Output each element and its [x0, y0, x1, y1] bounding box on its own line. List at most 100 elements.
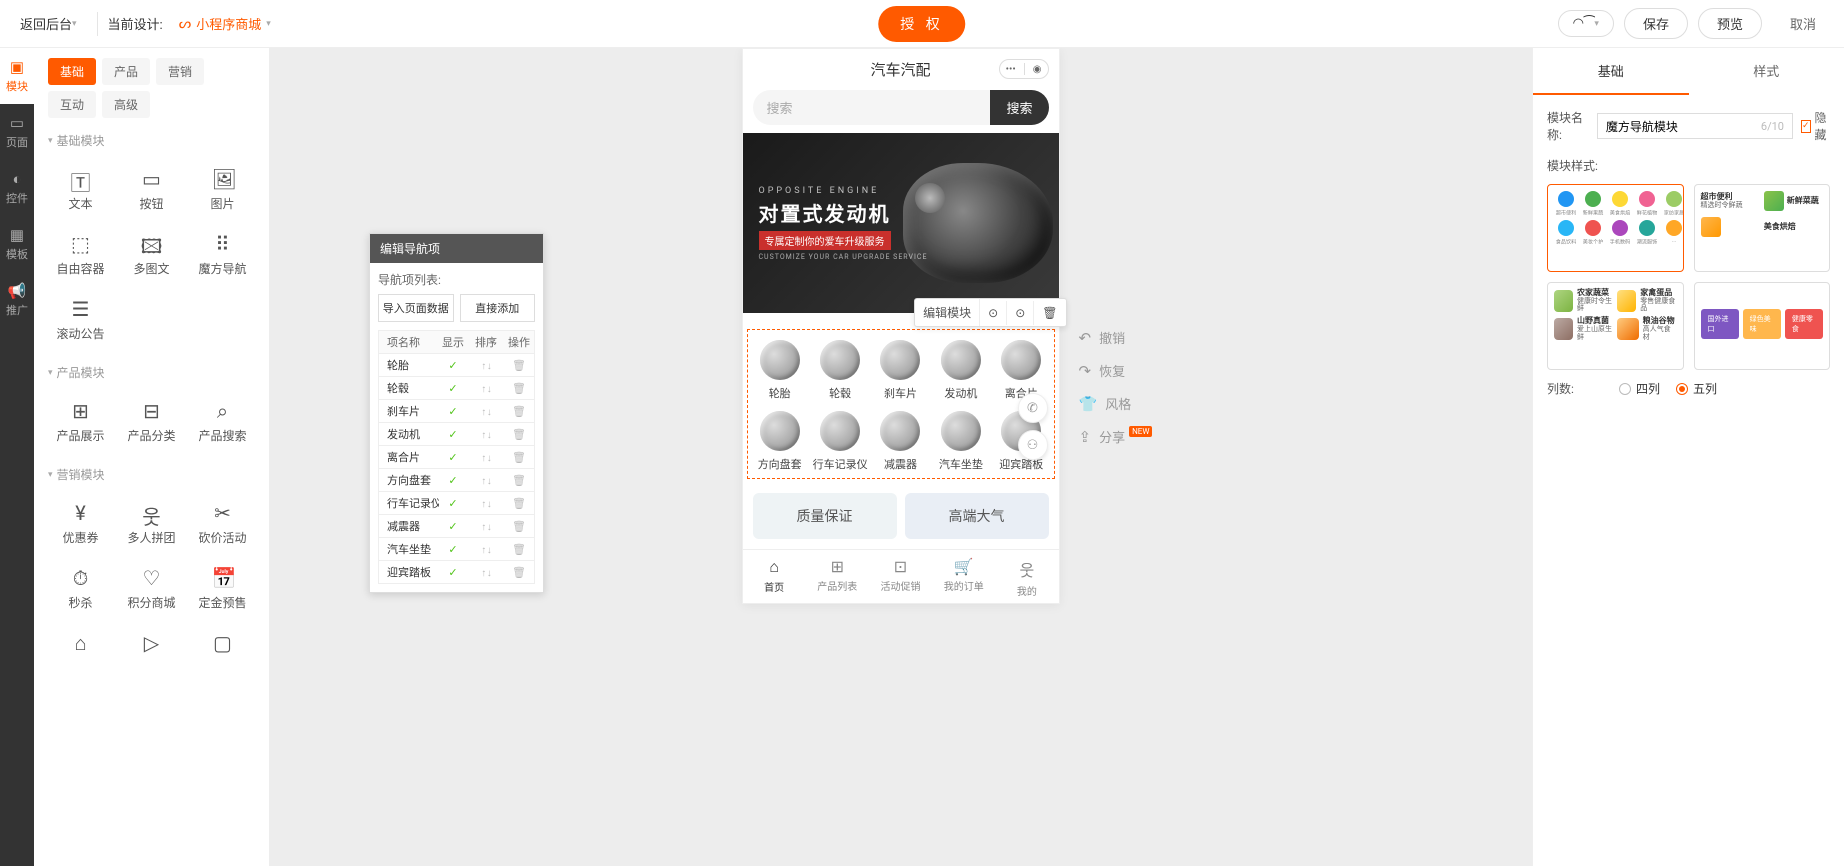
- module-points-mall[interactable]: ♡积分商城: [119, 558, 184, 619]
- edit-module-button[interactable]: 编辑模块: [915, 299, 980, 326]
- nav-item[interactable]: 方向盘套: [750, 411, 810, 472]
- module-product-show[interactable]: ⊞产品展示: [48, 391, 113, 452]
- nav-item[interactable]: 刹车片: [870, 340, 930, 401]
- row-delete[interactable]: 🗑: [505, 497, 533, 510]
- row-show-toggle[interactable]: ✓: [439, 474, 467, 487]
- tab-products[interactable]: ⊞产品列表: [806, 550, 869, 603]
- module-scroll-notice[interactable]: ☰滚动公告: [48, 289, 113, 350]
- tab-mine[interactable]: 웃我的: [995, 550, 1058, 603]
- row-delete[interactable]: 🗑: [505, 382, 533, 395]
- design-selector[interactable]: ᔕ 小程序商城 ▾: [171, 11, 279, 36]
- module-deposit[interactable]: 📅定金预售: [190, 558, 255, 619]
- row-sort[interactable]: ↑ ↓: [467, 497, 505, 510]
- prop-tab-basic[interactable]: 基础: [1533, 48, 1689, 95]
- row-show-toggle[interactable]: ✓: [439, 543, 467, 556]
- row-sort[interactable]: ↑ ↓: [467, 474, 505, 487]
- module-extra-2[interactable]: ▷: [119, 623, 184, 667]
- row-delete[interactable]: 🗑: [505, 474, 533, 487]
- module-seckill[interactable]: ⏱秒杀: [48, 558, 113, 619]
- module-product-search[interactable]: ⌕产品搜索: [190, 391, 255, 452]
- rail-control[interactable]: ◐控件: [0, 160, 34, 216]
- row-delete[interactable]: 🗑: [505, 359, 533, 372]
- nav-item[interactable]: 发动机: [931, 340, 991, 401]
- nav-item[interactable]: 轮毂: [810, 340, 870, 401]
- row-sort[interactable]: ↑ ↓: [467, 520, 505, 533]
- share-button[interactable]: ⇪分享NEW: [1079, 427, 1153, 446]
- module-tab-advanced[interactable]: 高级: [102, 91, 150, 118]
- magic-nav-module[interactable]: 轮胎轮毂刹车片发动机离合片方向盘套行车记录仪减震器汽车坐垫迎宾踏板✆ ⚇: [747, 329, 1055, 479]
- undo-button[interactable]: ↶撤销: [1079, 328, 1153, 347]
- tab-home[interactable]: ⌂首页: [743, 550, 806, 603]
- style-button[interactable]: 👕风格: [1079, 394, 1153, 413]
- search-button[interactable]: 搜索: [990, 90, 1048, 125]
- card-highend[interactable]: 高端大气: [905, 493, 1049, 539]
- row-sort[interactable]: ↑ ↓: [467, 428, 505, 441]
- module-multi-image[interactable]: 🖾多图文: [119, 224, 184, 285]
- float-wechat-icon[interactable]: ⚇: [1018, 430, 1048, 460]
- float-phone-icon[interactable]: ✆: [1018, 393, 1048, 423]
- style-option-1[interactable]: 超市便利 新鲜果蔬 美食烘焙 鲜花植物 家纺家居 食品饮料 美妆个护 手机数码 …: [1547, 184, 1684, 272]
- delete-module-button[interactable]: 🗑: [1034, 301, 1065, 325]
- row-delete[interactable]: 🗑: [505, 520, 533, 533]
- row-show-toggle[interactable]: ✓: [439, 566, 467, 579]
- row-show-toggle[interactable]: ✓: [439, 451, 467, 464]
- radio-5-cols[interactable]: 五列: [1676, 380, 1717, 397]
- rail-page[interactable]: ▭页面: [0, 104, 34, 160]
- nav-item[interactable]: 汽车坐垫: [931, 411, 991, 472]
- back-link[interactable]: 返回后台 ▾: [10, 9, 87, 38]
- module-coupon[interactable]: ¥优惠券: [48, 493, 113, 554]
- module-extra-3[interactable]: ▢: [190, 623, 255, 667]
- row-show-toggle[interactable]: ✓: [439, 520, 467, 533]
- row-sort[interactable]: ↑ ↓: [467, 543, 505, 556]
- module-name-input[interactable]: [1606, 119, 1761, 133]
- rail-template[interactable]: ▦模板: [0, 216, 34, 272]
- row-sort[interactable]: ↑ ↓: [467, 359, 505, 372]
- rail-module[interactable]: ▣模块: [0, 48, 34, 104]
- row-sort[interactable]: ↑ ↓: [467, 451, 505, 464]
- module-text[interactable]: 🅃文本: [48, 159, 113, 220]
- wechat-capsule[interactable]: •••◉: [999, 59, 1049, 79]
- rail-promo[interactable]: 📢推广: [0, 272, 34, 328]
- row-show-toggle[interactable]: ✓: [439, 359, 467, 372]
- row-show-toggle[interactable]: ✓: [439, 405, 467, 418]
- prop-tab-style[interactable]: 样式: [1689, 48, 1844, 95]
- row-delete[interactable]: 🗑: [505, 543, 533, 556]
- card-quality[interactable]: 质量保证: [753, 493, 897, 539]
- style-option-4[interactable]: 国外进口 绿色美味 健康零食: [1694, 282, 1831, 370]
- module-product-cat[interactable]: ⊟产品分类: [119, 391, 184, 452]
- module-tab-product[interactable]: 产品: [102, 58, 150, 85]
- module-magic-nav[interactable]: ⠿魔方导航: [190, 224, 255, 285]
- row-delete[interactable]: 🗑: [505, 428, 533, 441]
- module-image[interactable]: 🖼图片: [190, 159, 255, 220]
- row-sort[interactable]: ↑ ↓: [467, 566, 505, 579]
- nav-item[interactable]: 减震器: [870, 411, 930, 472]
- module-tab-basic[interactable]: 基础: [48, 58, 96, 85]
- redo-button[interactable]: ↷恢复: [1079, 361, 1153, 380]
- module-button[interactable]: ▭按钮: [119, 159, 184, 220]
- cancel-button[interactable]: 取消: [1772, 9, 1834, 38]
- tab-orders[interactable]: 🛒我的订单: [932, 550, 995, 603]
- search-input[interactable]: 搜索: [753, 90, 991, 125]
- nav-item[interactable]: 轮胎: [750, 340, 810, 401]
- nav-item[interactable]: 离合片: [991, 340, 1051, 401]
- module-group-buy[interactable]: 웃多人拼团: [119, 493, 184, 554]
- module-extra-1[interactable]: ⌂: [48, 623, 113, 667]
- row-sort[interactable]: ↑ ↓: [467, 405, 505, 418]
- hide-checkbox[interactable]: ✓隐藏: [1801, 109, 1830, 143]
- help-icon-button[interactable]: ◠⁀ ▾: [1558, 10, 1614, 37]
- row-show-toggle[interactable]: ✓: [439, 382, 467, 395]
- row-sort[interactable]: ↑ ↓: [467, 382, 505, 395]
- row-show-toggle[interactable]: ✓: [439, 428, 467, 441]
- move-up-button[interactable]: ⊙: [980, 301, 1007, 325]
- style-option-2[interactable]: 超市便利精选时令鲜蔬 新鲜菜蔬 美食烘焙: [1694, 184, 1831, 272]
- direct-add-button[interactable]: 直接添加: [460, 294, 536, 322]
- module-tab-interact[interactable]: 互动: [48, 91, 96, 118]
- import-page-data-button[interactable]: 导入页面数据: [378, 294, 454, 322]
- module-free-container[interactable]: ⬚自由容器: [48, 224, 113, 285]
- nav-item[interactable]: 行车记录仪: [810, 411, 870, 472]
- move-down-button[interactable]: ⊙: [1007, 301, 1034, 325]
- authorize-button[interactable]: 授 权: [878, 6, 965, 42]
- save-button[interactable]: 保存: [1624, 8, 1688, 39]
- style-option-3[interactable]: 农家蔬菜健康时令生鲜 家禽蛋品零售健康食品 山野真菌爱上山原生鲜 粮油谷物高人气…: [1547, 282, 1684, 370]
- banner[interactable]: OPPOSITE ENGINE 对置式发动机 专属定制你的爱车升级服务 CUST…: [743, 133, 1059, 313]
